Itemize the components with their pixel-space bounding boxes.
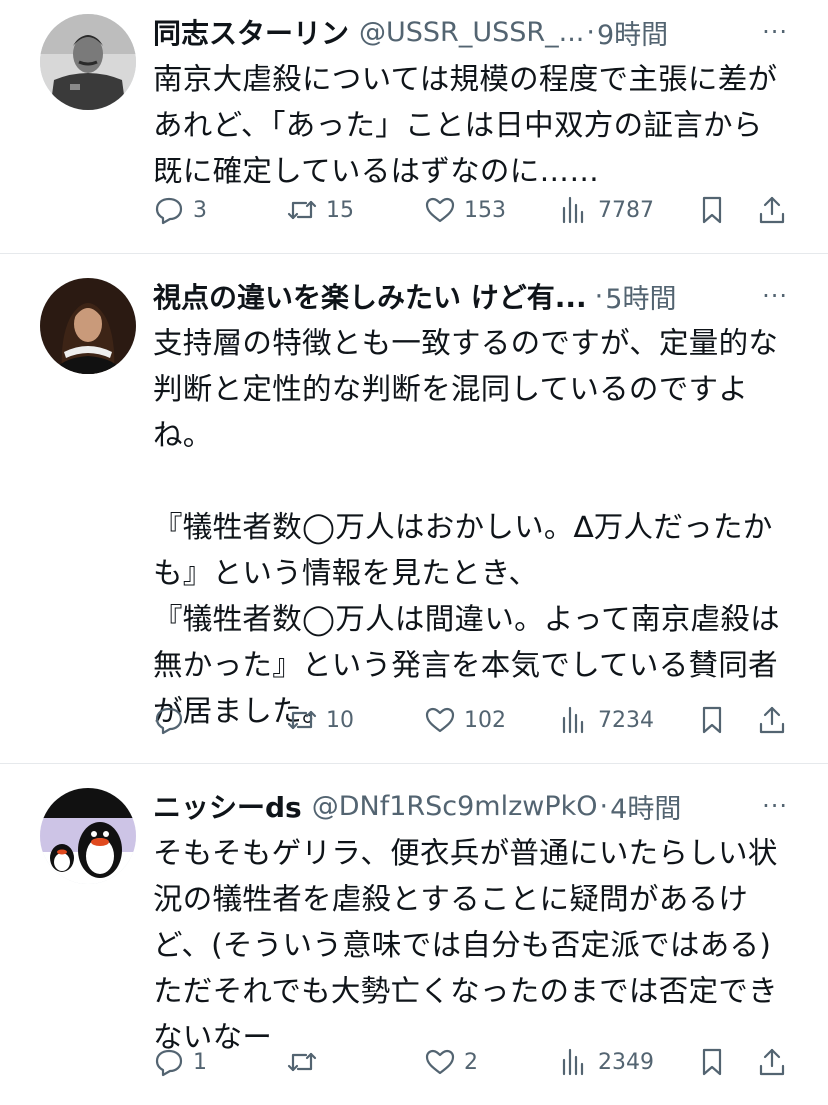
reply-count: 3 bbox=[193, 197, 207, 223]
tweet-text: そもそもゲリラ、便衣兵が普通にいたらしい状 況の犠牲者を虐殺とすることに疑問があ… bbox=[153, 836, 778, 1054]
reply-icon bbox=[155, 197, 183, 225]
avatar[interactable] bbox=[40, 14, 136, 110]
views-icon bbox=[562, 196, 584, 224]
action-bar: 3 15 153 7787 bbox=[153, 190, 788, 230]
user-handle[interactable]: @USSR_USSR_... bbox=[359, 17, 584, 48]
tweet-header: 視点の違いを楽しみたい けど有... · 5時間 ··· bbox=[153, 276, 788, 316]
reply-button[interactable]: 3 bbox=[153, 194, 286, 226]
bookmark-button[interactable] bbox=[696, 194, 756, 226]
reply-icon bbox=[155, 1049, 183, 1077]
separator: · bbox=[594, 280, 604, 312]
reply-icon bbox=[155, 707, 183, 735]
bookmark-icon bbox=[702, 1048, 722, 1076]
avatar[interactable] bbox=[40, 788, 136, 884]
share-icon bbox=[759, 196, 785, 224]
avatar-image bbox=[40, 14, 136, 110]
avatar-image bbox=[40, 278, 136, 374]
views-button[interactable]: 7234 bbox=[558, 704, 696, 736]
bookmark-button[interactable] bbox=[696, 704, 756, 736]
display-name[interactable]: ニッシーds bbox=[153, 786, 302, 826]
retweet-count: 10 bbox=[326, 707, 354, 733]
retweet-button[interactable] bbox=[286, 1046, 424, 1078]
retweet-icon bbox=[287, 200, 317, 220]
retweet-icon bbox=[287, 1052, 317, 1072]
bookmark-button[interactable] bbox=[696, 1046, 756, 1078]
more-icon[interactable]: ··· bbox=[748, 18, 788, 46]
action-bar: 1 2 2349 bbox=[153, 1042, 788, 1082]
like-count: 2 bbox=[464, 1049, 478, 1075]
separator: · bbox=[586, 16, 595, 48]
view-count: 2349 bbox=[598, 1049, 654, 1075]
share-button[interactable] bbox=[756, 194, 788, 226]
like-button[interactable]: 2 bbox=[424, 1046, 558, 1078]
action-bar: 10 102 7234 bbox=[153, 700, 788, 740]
tweet[interactable]: 視点の違いを楽しみたい けど有... · 5時間 ··· 支持層の特徴とも一致す… bbox=[0, 254, 828, 764]
tweet[interactable]: ニッシーds @DNf1RSc9mlzwPkO · 4時間 ··· そもそもゲリ… bbox=[0, 764, 828, 1105]
like-button[interactable]: 153 bbox=[424, 194, 558, 226]
bookmark-icon bbox=[702, 196, 722, 224]
heart-icon bbox=[425, 197, 455, 223]
timestamp[interactable]: 9時間 bbox=[597, 13, 668, 52]
view-count: 7787 bbox=[598, 197, 654, 223]
retweet-count: 15 bbox=[326, 197, 354, 223]
share-icon bbox=[759, 706, 785, 734]
display-name[interactable]: 視点の違いを楽しみたい けど有... bbox=[153, 276, 587, 316]
views-icon bbox=[562, 1048, 584, 1076]
like-count: 153 bbox=[464, 197, 506, 223]
like-button[interactable]: 102 bbox=[424, 704, 558, 736]
avatar[interactable] bbox=[40, 278, 136, 374]
like-count: 102 bbox=[464, 707, 506, 733]
tweet-header: ニッシーds @DNf1RSc9mlzwPkO · 4時間 ··· bbox=[153, 786, 788, 826]
reply-button[interactable]: 1 bbox=[153, 1046, 286, 1078]
more-icon[interactable]: ··· bbox=[748, 282, 788, 310]
timestamp[interactable]: 4時間 bbox=[610, 787, 681, 826]
share-button[interactable] bbox=[756, 704, 788, 736]
more-icon[interactable]: ··· bbox=[748, 792, 788, 820]
views-button[interactable]: 2349 bbox=[558, 1046, 696, 1078]
retweet-button[interactable]: 15 bbox=[286, 194, 424, 226]
bookmark-icon bbox=[702, 706, 722, 734]
tweet[interactable]: 同志スターリン @USSR_USSR_... · 9時間 ··· 南京大虐殺につ… bbox=[0, 0, 828, 254]
reply-count: 1 bbox=[193, 1049, 207, 1075]
user-handle[interactable]: @DNf1RSc9mlzwPkO bbox=[312, 791, 598, 822]
views-button[interactable]: 7787 bbox=[558, 194, 696, 226]
retweet-button[interactable]: 10 bbox=[286, 704, 424, 736]
reply-button[interactable] bbox=[153, 704, 286, 736]
heart-icon bbox=[425, 707, 455, 733]
tweet-text: 支持層の特徴とも一致するのですが、定量的な 判断と定性的な判断を混同しているので… bbox=[153, 326, 780, 728]
separator: · bbox=[599, 790, 609, 822]
timestamp[interactable]: 5時間 bbox=[605, 277, 676, 316]
tweet-header: 同志スターリン @USSR_USSR_... · 9時間 ··· bbox=[153, 12, 788, 52]
heart-icon bbox=[425, 1049, 455, 1075]
views-icon bbox=[562, 706, 584, 734]
view-count: 7234 bbox=[598, 707, 654, 733]
retweet-icon bbox=[287, 710, 317, 730]
share-icon bbox=[759, 1048, 785, 1076]
tweet-text: 南京大虐殺については規模の程度で主張に差が あれど、「あった」ことは日中双方の証… bbox=[153, 62, 778, 188]
share-button[interactable] bbox=[756, 1046, 788, 1078]
avatar-image bbox=[40, 788, 136, 884]
display-name[interactable]: 同志スターリン bbox=[153, 12, 349, 52]
